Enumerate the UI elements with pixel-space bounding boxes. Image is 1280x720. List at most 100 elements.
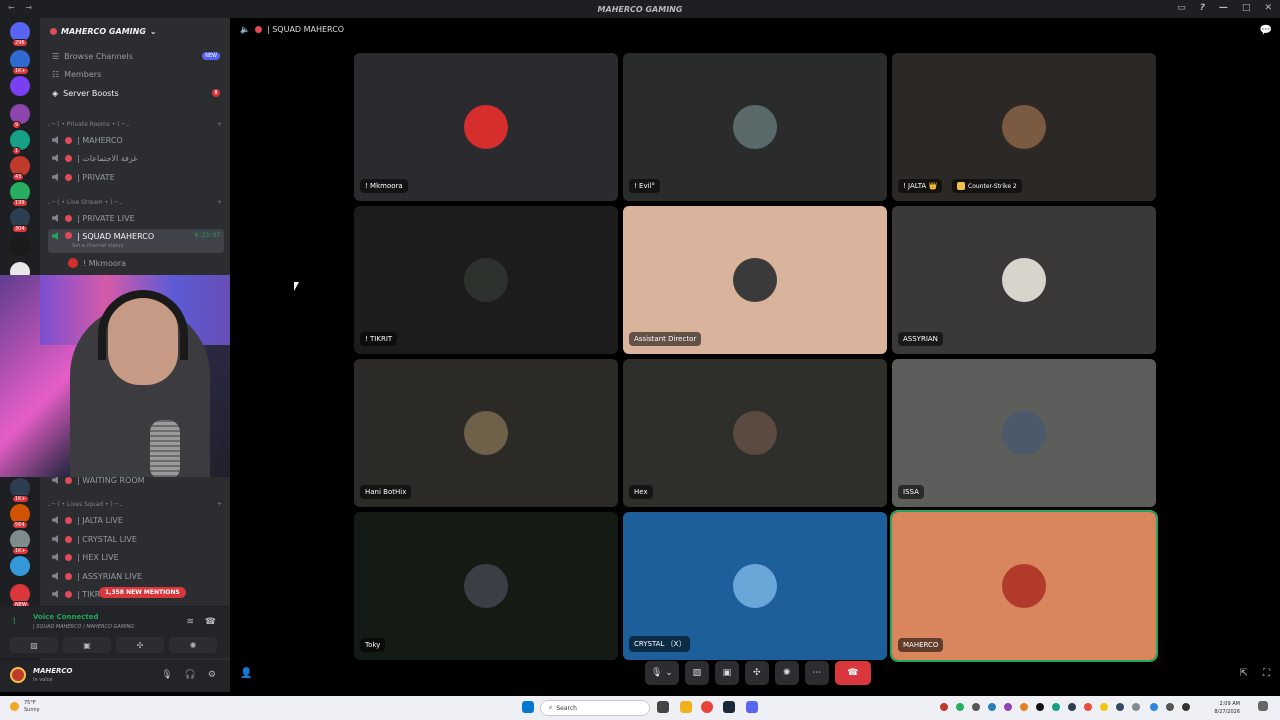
wifi-icon[interactable] xyxy=(1150,703,1158,711)
tray-app-icon[interactable] xyxy=(1004,703,1012,711)
chat-icon[interactable]: 💬 xyxy=(1260,25,1272,36)
tray-app-icon[interactable] xyxy=(1132,703,1140,711)
channel-maherco[interactable]: | MAHERCO xyxy=(48,132,224,148)
participant-tile[interactable]: ISSA xyxy=(892,359,1156,507)
tray-app-icon[interactable] xyxy=(1116,703,1124,711)
participant-tile[interactable]: CRYSTAL 〔X〕 xyxy=(623,512,887,660)
channel-hex-live[interactable]: | HEX LIVE xyxy=(48,549,224,565)
server-icon[interactable] xyxy=(10,76,30,96)
inbox-icon[interactable]: ▭ xyxy=(1177,3,1186,13)
channel-status[interactable]: Set a channel status xyxy=(72,243,123,249)
username[interactable]: MAHERCO xyxy=(33,667,73,675)
pop-out-icon[interactable]: ⇱ xyxy=(1240,668,1248,679)
fullscreen-icon[interactable]: ⛶ xyxy=(1263,668,1270,679)
add-channel-icon[interactable]: + xyxy=(217,121,222,128)
category-private-rooms[interactable]: ـ ─ ( • Private Rooms • ) ─ ـ + xyxy=(48,118,222,130)
channel-crystal-live[interactable]: | CRYSTAL LIVE xyxy=(48,531,224,547)
channel-private[interactable]: | PRIVATE xyxy=(48,169,224,185)
browse-channels[interactable]: ☰ Browse Channels NEW xyxy=(48,48,224,64)
tray-app-icon[interactable] xyxy=(988,703,996,711)
channel-meeting[interactable]: | غرفة الاجتماعات xyxy=(48,150,224,166)
server-icon[interactable]: 296 xyxy=(10,22,30,47)
nav-arrows-icon[interactable]: ← → xyxy=(8,3,36,12)
tray-app-icon[interactable] xyxy=(1068,703,1076,711)
participant-tile[interactable]: ! TIKRIT xyxy=(354,206,618,354)
category-lives-squad[interactable]: ـ ─ ( • Lives Squad • ) ─ ـ + xyxy=(48,498,222,510)
participant-tile[interactable]: Toky xyxy=(354,512,618,660)
server-icon[interactable]: 1K+ xyxy=(10,530,30,555)
maximize-icon[interactable]: □ xyxy=(1242,3,1251,13)
camera-button[interactable]: ▨ xyxy=(684,661,709,685)
participant-tile[interactable]: ! Mkmoora xyxy=(354,53,618,201)
channel-assyrian-live[interactable]: | ASSYRIAN LIVE xyxy=(48,568,224,584)
notification-icon[interactable] xyxy=(1258,701,1268,711)
participant-tile[interactable]: ! JALTA 👑 Counter-Strike 2 xyxy=(892,53,1156,201)
minimize-icon[interactable]: — xyxy=(1219,3,1228,13)
server-icon[interactable]: 564 xyxy=(10,504,30,529)
battery-icon[interactable] xyxy=(1182,703,1190,711)
soundboard-button[interactable]: ✺ xyxy=(774,661,799,685)
weather-widget[interactable]: 75°F Sunny xyxy=(24,700,40,714)
tray-app-icon[interactable] xyxy=(956,703,964,711)
noise-suppression-icon[interactable]: ≋ xyxy=(186,617,194,627)
mute-button[interactable]: 🎙 ⌄ xyxy=(645,661,679,685)
channel-jalta-live[interactable]: | JALTA LIVE xyxy=(48,512,224,528)
participant-tile[interactable]: Hani BotHix xyxy=(354,359,618,507)
server-icon[interactable]: 304 xyxy=(10,208,30,233)
soundboard-button[interactable]: ✺ xyxy=(169,637,217,653)
tray-app-icon[interactable] xyxy=(1100,703,1108,711)
server-boosts[interactable]: ◈ Server Boosts 8 xyxy=(48,85,224,101)
file-explorer-icon[interactable] xyxy=(680,701,692,713)
close-icon[interactable]: ✕ xyxy=(1264,3,1272,13)
voice-status[interactable]: Voice Connected xyxy=(33,613,99,621)
server-icon[interactable]: 1K+ xyxy=(10,50,30,75)
server-icon[interactable]: 199 xyxy=(10,182,30,207)
chrome-icon[interactable] xyxy=(701,701,713,713)
participant-tile[interactable]: ASSYRIAN xyxy=(892,206,1156,354)
headphones-icon[interactable]: 🎧 xyxy=(185,670,196,680)
help-icon[interactable]: ? xyxy=(1200,3,1205,13)
camera-button[interactable]: ▨ xyxy=(10,637,58,653)
tray-app-icon[interactable] xyxy=(972,703,980,711)
activities-button[interactable]: ✣ xyxy=(116,637,164,653)
server-icon[interactable] xyxy=(10,236,30,256)
activities-button[interactable]: ✣ xyxy=(744,661,769,685)
server-header[interactable]: MAHERCO GAMING ⌄ xyxy=(40,18,230,44)
disconnect-icon[interactable]: ☎ xyxy=(205,617,216,627)
task-view-icon[interactable] xyxy=(657,701,669,713)
voice-member-mkmoora[interactable]: ! Mkmoora xyxy=(64,255,224,271)
discord-icon[interactable] xyxy=(746,701,758,713)
participant-tile[interactable]: MAHERCO xyxy=(890,510,1158,662)
tray-app-icon[interactable] xyxy=(940,703,948,711)
more-button[interactable]: ⋯ xyxy=(804,661,829,685)
participant-tile[interactable]: Hex xyxy=(623,359,887,507)
server-icon[interactable]: 43 xyxy=(10,156,30,181)
channel-private-live[interactable]: | PRIVATE LIVE xyxy=(48,210,224,226)
tray-app-icon[interactable] xyxy=(1052,703,1060,711)
server-icon[interactable]: 1K+ xyxy=(10,478,30,503)
start-icon[interactable] xyxy=(522,701,534,713)
tray-app-icon[interactable] xyxy=(1036,703,1044,711)
taskbar-search[interactable]: ⌕ Search xyxy=(540,700,650,716)
screen-share-button[interactable]: ▣ xyxy=(63,637,111,653)
participant-tile[interactable]: Assistant Director xyxy=(623,206,887,354)
volume-icon[interactable] xyxy=(1166,703,1174,711)
channel-squad-maherco[interactable]: | SQUAD MAHERCO 6:23:07 Set a channel stat… xyxy=(48,229,224,253)
server-icon[interactable]: 9 xyxy=(10,104,30,129)
microphone-icon[interactable]: 🎙 xyxy=(161,670,172,680)
server-icon[interactable]: NEW xyxy=(10,584,30,609)
tray-app-icon[interactable] xyxy=(1020,703,1028,711)
screen-share-button[interactable]: ▣ xyxy=(714,661,739,685)
invite-icon[interactable]: 👤 xyxy=(240,668,252,679)
avatar[interactable] xyxy=(10,667,26,683)
add-channel-icon[interactable]: + xyxy=(217,501,222,508)
participant-tile[interactable]: ! Evil° xyxy=(623,53,887,201)
server-icon[interactable]: 1 xyxy=(10,130,30,155)
steam-icon[interactable] xyxy=(723,701,735,713)
tray-app-icon[interactable] xyxy=(1084,703,1092,711)
gear-icon[interactable]: ⚙ xyxy=(208,670,216,680)
disconnect-button[interactable]: ☎ xyxy=(834,661,871,685)
members[interactable]: ☷ Members xyxy=(48,66,224,82)
new-mentions-pill[interactable]: 1,358 NEW MENTIONS xyxy=(99,587,186,598)
voice-channel[interactable]: | SQUAD MAHERCO / MAHERCO GAMING xyxy=(33,624,134,630)
